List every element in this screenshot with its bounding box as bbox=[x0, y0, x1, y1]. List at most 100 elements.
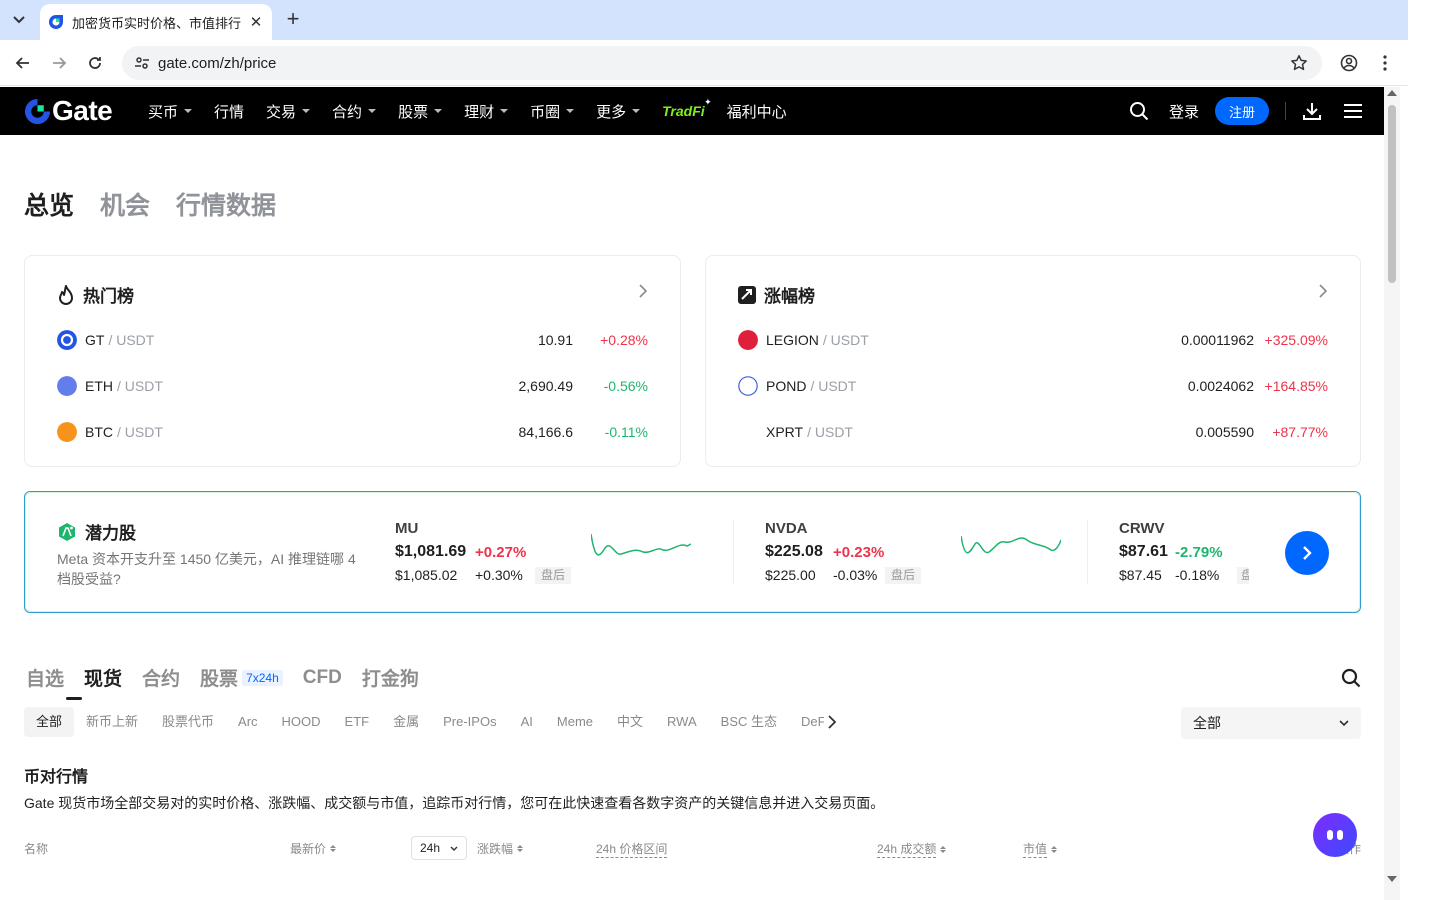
browser-menu-button[interactable] bbox=[1374, 52, 1396, 74]
filter-chip[interactable]: HOOD bbox=[270, 707, 333, 737]
gate-logo-icon bbox=[24, 98, 51, 124]
legion-coin-icon bbox=[738, 330, 758, 350]
page-tab[interactable]: 机会 bbox=[100, 186, 150, 222]
col-change[interactable]: 涨跌幅 bbox=[477, 840, 524, 857]
more-vertical-icon bbox=[1383, 55, 1387, 71]
filter-chip[interactable]: L bbox=[840, 707, 844, 737]
price-change: +87.77% bbox=[1272, 424, 1328, 440]
stock-price: $225.08 bbox=[765, 543, 823, 560]
page-scrollbar[interactable] bbox=[1384, 87, 1400, 900]
scroll-down-icon[interactable] bbox=[1387, 876, 1397, 882]
address-bar[interactable]: gate.com/zh/price bbox=[122, 46, 1322, 80]
filter-chip[interactable]: BSC 生态 bbox=[709, 707, 789, 737]
filter-chip[interactable]: AI bbox=[509, 707, 545, 737]
last-price: 2,690.49 bbox=[518, 378, 574, 394]
rank-row[interactable]: XPRT / USDT bbox=[738, 421, 853, 443]
filter-chip[interactable]: 金属 bbox=[381, 707, 431, 737]
gainers-card[interactable]: 涨幅榜 LEGION / USDT 0.00011962 +325.09% POND / … bbox=[705, 255, 1361, 467]
market-tab[interactable]: 股票 7x24h bbox=[200, 664, 283, 691]
chevron-right-icon[interactable] bbox=[1316, 284, 1330, 298]
chevron-down-icon bbox=[450, 846, 458, 851]
register-button[interactable]: 注册 bbox=[1214, 97, 1269, 125]
new-tab-button[interactable]: + bbox=[282, 8, 304, 32]
potential-stocks-banner[interactable]: 潜力股 Meta 资本开支升至 1450 亿美元，AI 推理链哪 4 档股受益?… bbox=[24, 491, 1361, 613]
chevron-right-icon[interactable] bbox=[636, 284, 650, 298]
filter-chip[interactable]: 中文 bbox=[605, 707, 655, 737]
filter-chip[interactable]: Arc bbox=[226, 707, 270, 737]
bookmark-star-icon[interactable] bbox=[1290, 54, 1308, 72]
nav-item[interactable]: 币圈 bbox=[530, 101, 575, 122]
rank-row[interactable]: LEGION / USDT bbox=[738, 329, 869, 351]
nav-item[interactable]: 合约 bbox=[332, 101, 377, 122]
download-icon[interactable] bbox=[1302, 101, 1322, 121]
nav-item[interactable]: 行情 bbox=[214, 101, 244, 122]
nav-item[interactable]: 理财 bbox=[464, 101, 509, 122]
scroll-up-icon[interactable] bbox=[1387, 90, 1397, 96]
stock-item[interactable]: MU $1,081.69 +0.27% $1,085.02 +0.30% 盘后 bbox=[395, 520, 715, 586]
main-nav: 买币 行情 交易 合约 股票 理财 币圈 更多 TradFi ✦ 福利中心 bbox=[148, 87, 809, 135]
page-tab[interactable]: 总览 bbox=[24, 186, 74, 222]
price-change: +325.09% bbox=[1264, 332, 1328, 348]
chevron-right-icon bbox=[1303, 546, 1312, 560]
scroll-thumb[interactable] bbox=[1388, 105, 1396, 283]
market-tab-label: 现货 bbox=[84, 669, 123, 690]
browser-tab-active[interactable]: 加密货币实时价格、市值排行 ✕ bbox=[40, 4, 272, 40]
login-link[interactable]: 登录 bbox=[1169, 101, 1199, 122]
menu-icon[interactable] bbox=[1344, 104, 1362, 118]
profile-button[interactable] bbox=[1338, 52, 1360, 74]
next-button[interactable] bbox=[1285, 531, 1329, 575]
pair-base: ETH bbox=[85, 378, 113, 394]
filter-chip[interactable]: RWA bbox=[655, 707, 709, 737]
last-price: 84,166.6 bbox=[518, 424, 574, 440]
filter-chip[interactable]: ETF bbox=[333, 707, 382, 737]
market-tab-label: 打金狗 bbox=[361, 669, 419, 690]
nav-item[interactable]: 买币 bbox=[148, 101, 193, 122]
nav-item[interactable]: 更多 bbox=[596, 101, 641, 122]
nav-item[interactable]: 交易 bbox=[266, 101, 311, 122]
btc-coin-icon bbox=[57, 422, 77, 442]
stock-item[interactable]: NVDA $225.08 +0.23% $225.00 -0.03% 盘后 bbox=[765, 520, 1085, 586]
market-tab[interactable]: 打金狗 bbox=[362, 664, 419, 691]
caret-down-icon bbox=[184, 109, 193, 113]
quote-currency-select[interactable]: 全部 bbox=[1181, 707, 1361, 739]
market-tab[interactable]: CFD bbox=[303, 667, 342, 689]
chevron-right-icon[interactable] bbox=[824, 714, 840, 730]
support-chat-button[interactable] bbox=[1313, 813, 1357, 857]
rank-row[interactable]: BTC / USDT bbox=[57, 421, 163, 443]
search-icon[interactable] bbox=[1129, 101, 1149, 121]
filter-chip[interactable]: 全部 bbox=[24, 707, 75, 737]
welfare-center-link[interactable]: 福利中心 bbox=[727, 101, 787, 122]
forward-button[interactable] bbox=[47, 51, 71, 75]
filter-chip[interactable]: Pre-IPOs bbox=[431, 707, 508, 737]
period-select[interactable]: 24h bbox=[411, 836, 467, 860]
sparkline-chart bbox=[591, 533, 691, 556]
market-tab-label: CFD bbox=[302, 666, 342, 688]
filter-chip[interactable]: 股票代币 bbox=[150, 707, 226, 737]
trading-hours-badge: 7x24h bbox=[242, 669, 283, 686]
section-description: Gate 现货市场全部交易对的实时价格、涨跌幅、成交额与市值，追踪币对行情，您可… bbox=[24, 795, 885, 811]
filter-chip[interactable]: 新币上新 bbox=[74, 707, 150, 737]
hot-list-card[interactable]: 热门榜 GT / USDT 10.91 +0.28% ETH / USDT 2,690.49… bbox=[24, 255, 681, 467]
back-button[interactable] bbox=[11, 51, 35, 75]
market-tab[interactable]: 自选 bbox=[26, 664, 64, 691]
tab-search-button[interactable] bbox=[6, 7, 32, 33]
tradfi-link[interactable]: TradFi ✦ bbox=[662, 97, 712, 119]
site-settings-icon[interactable] bbox=[134, 55, 150, 71]
tab-close-icon[interactable]: ✕ bbox=[248, 14, 264, 31]
reload-button[interactable] bbox=[83, 51, 107, 75]
page-tab[interactable]: 行情数据 bbox=[176, 186, 276, 222]
header-divider bbox=[1285, 102, 1286, 120]
nav-item[interactable]: 股票 bbox=[398, 101, 443, 122]
market-tab[interactable]: 现货 bbox=[84, 664, 122, 691]
filter-chip[interactable]: Meme bbox=[545, 707, 605, 737]
col-last-price[interactable]: 最新价 bbox=[290, 840, 337, 857]
gate-logo[interactable]: Gate bbox=[24, 97, 113, 125]
rank-row[interactable]: POND / USDT bbox=[738, 375, 856, 397]
search-icon[interactable] bbox=[1341, 668, 1361, 688]
col-volume[interactable]: 24h 成交额 bbox=[877, 840, 947, 858]
col-market-cap[interactable]: 市值 bbox=[1023, 840, 1058, 858]
market-tab[interactable]: 合约 bbox=[142, 664, 180, 691]
nav-item-label: 股票 bbox=[398, 103, 429, 121]
rank-row[interactable]: ETH / USDT bbox=[57, 375, 163, 397]
rank-row[interactable]: GT / USDT bbox=[57, 329, 154, 351]
